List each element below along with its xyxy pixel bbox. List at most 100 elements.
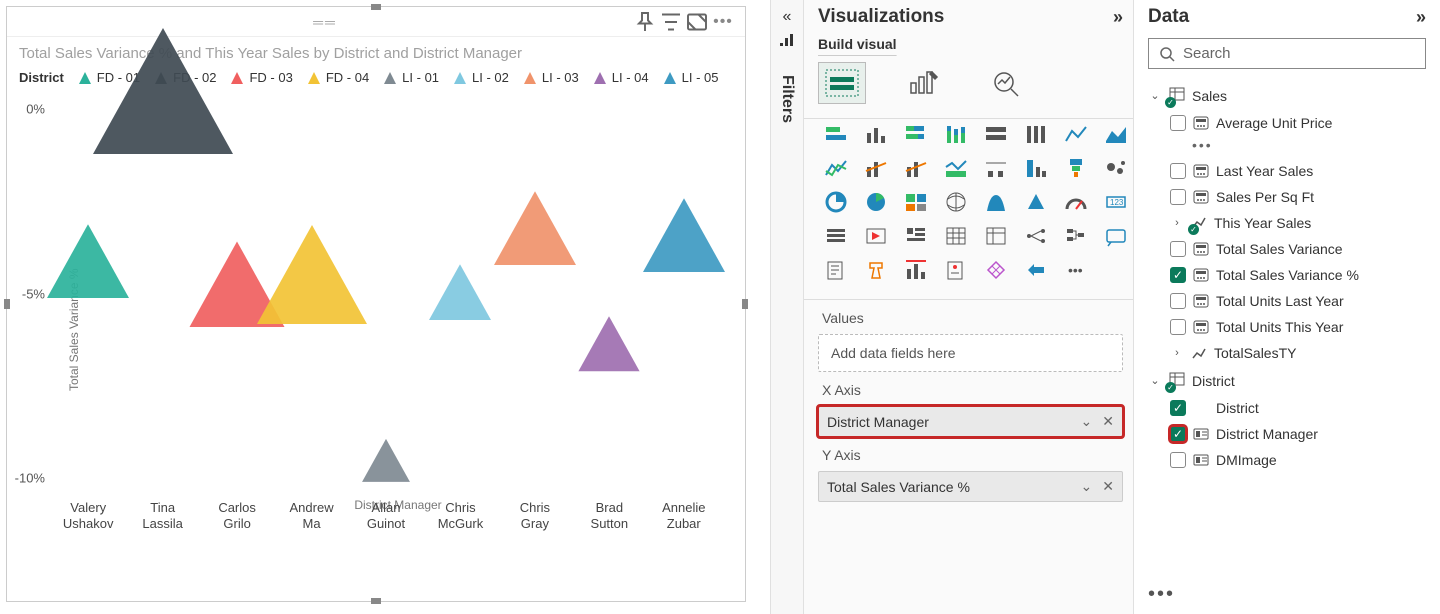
filter-icon[interactable] bbox=[659, 10, 683, 34]
build-visual-tab[interactable] bbox=[818, 62, 866, 104]
x-tick: Tina Lassila bbox=[123, 496, 203, 531]
field-row[interactable]: DMImage bbox=[1148, 447, 1426, 473]
visual-type-thumb[interactable] bbox=[898, 221, 934, 251]
focus-mode-icon[interactable] bbox=[685, 10, 709, 34]
visual-type-thumb[interactable] bbox=[938, 153, 974, 183]
legend-item[interactable]: LI - 02 bbox=[453, 70, 509, 85]
visual-type-thumb[interactable] bbox=[938, 187, 974, 217]
visual-type-thumb[interactable] bbox=[858, 221, 894, 251]
visual-type-thumb[interactable] bbox=[1058, 153, 1094, 183]
field-row[interactable]: Total Units This Year bbox=[1148, 314, 1426, 340]
legend-item[interactable]: LI - 04 bbox=[593, 70, 649, 85]
visual-type-thumb[interactable] bbox=[818, 153, 854, 183]
visual-type-thumb[interactable] bbox=[938, 255, 974, 285]
visual-type-thumb[interactable] bbox=[978, 187, 1014, 217]
analytics-tab[interactable] bbox=[982, 62, 1030, 104]
field-row[interactable]: ✓District bbox=[1148, 395, 1426, 421]
report-canvas[interactable]: ══ ••• Total Sales Variance % and This Y… bbox=[0, 0, 770, 614]
field-row[interactable]: Total Sales Variance bbox=[1148, 236, 1426, 262]
table-row[interactable]: ⌄District bbox=[1148, 366, 1426, 395]
table-row[interactable]: ⌄Sales bbox=[1148, 81, 1426, 110]
chevron-down-icon[interactable]: ⌄ bbox=[1081, 478, 1093, 495]
visual-type-thumb[interactable] bbox=[818, 255, 854, 285]
filters-pane-collapsed[interactable]: « Filters bbox=[770, 0, 804, 614]
field-more-icon[interactable]: ••• bbox=[1148, 132, 1426, 158]
visual-type-thumb[interactable] bbox=[1098, 119, 1134, 149]
field-row[interactable]: Total Units Last Year bbox=[1148, 288, 1426, 314]
chart-marker[interactable] bbox=[578, 316, 640, 375]
remove-field-icon[interactable]: ✕ bbox=[1102, 478, 1114, 495]
visual-type-thumb[interactable] bbox=[1098, 221, 1134, 251]
chart-marker[interactable] bbox=[362, 439, 410, 485]
xaxis-field-pill[interactable]: District Manager ⌄✕ bbox=[818, 406, 1123, 437]
legend-item[interactable]: FD - 03 bbox=[230, 70, 292, 85]
collapse-data-icon[interactable]: » bbox=[1416, 7, 1426, 28]
x-tick: Chris Gray bbox=[495, 496, 575, 531]
yaxis-field-pill[interactable]: Total Sales Variance % ⌄ ✕ bbox=[818, 471, 1123, 502]
visual-type-thumb[interactable] bbox=[1058, 221, 1094, 251]
visual-type-thumb[interactable] bbox=[1098, 153, 1134, 183]
yaxis-well-label: Y Axis bbox=[818, 437, 1123, 471]
values-well[interactable]: Add data fields here bbox=[818, 334, 1123, 372]
expand-filters-icon[interactable]: « bbox=[783, 8, 792, 26]
visual-type-thumb[interactable] bbox=[978, 255, 1014, 285]
more-options-icon[interactable]: ••• bbox=[1148, 583, 1175, 606]
visual-type-thumb[interactable] bbox=[1058, 187, 1094, 217]
legend-item[interactable]: LI - 05 bbox=[663, 70, 719, 85]
resize-handle-left[interactable] bbox=[4, 299, 10, 309]
visual-type-thumb[interactable] bbox=[858, 255, 894, 285]
visual-gallery: 123••• bbox=[818, 119, 1123, 285]
visual-type-thumb[interactable] bbox=[938, 119, 974, 149]
visual-type-thumb[interactable] bbox=[818, 221, 854, 251]
visual-type-thumb[interactable] bbox=[858, 187, 894, 217]
visual-type-thumb[interactable] bbox=[818, 187, 854, 217]
visual-type-thumb[interactable] bbox=[1058, 119, 1094, 149]
visual-type-thumb[interactable] bbox=[1018, 119, 1054, 149]
visual-container[interactable]: ══ ••• Total Sales Variance % and This Y… bbox=[6, 6, 746, 602]
chart-marker[interactable] bbox=[257, 225, 367, 327]
visual-type-thumb[interactable] bbox=[978, 221, 1014, 251]
field-row[interactable]: ›TotalSalesTY bbox=[1148, 340, 1426, 366]
field-row[interactable]: ›This Year Sales bbox=[1148, 210, 1426, 236]
chart-marker[interactable] bbox=[47, 224, 129, 301]
resize-handle-bottom[interactable] bbox=[371, 598, 381, 604]
more-options-icon[interactable]: ••• bbox=[711, 10, 735, 34]
drag-handle-icon[interactable]: ══ bbox=[17, 14, 633, 30]
search-input[interactable]: Search bbox=[1148, 38, 1426, 69]
legend-item[interactable]: LI - 01 bbox=[383, 70, 439, 85]
visual-type-thumb[interactable] bbox=[858, 153, 894, 183]
format-visual-tab[interactable] bbox=[900, 62, 948, 104]
field-row[interactable]: Sales Per Sq Ft bbox=[1148, 184, 1426, 210]
visual-type-thumb[interactable] bbox=[1018, 221, 1054, 251]
collapse-viz-icon[interactable]: » bbox=[1113, 7, 1123, 28]
visual-type-thumb[interactable] bbox=[818, 119, 854, 149]
remove-field-icon[interactable]: ✕ bbox=[1102, 413, 1114, 430]
visual-type-thumb[interactable]: ••• bbox=[1058, 255, 1094, 285]
legend-item[interactable]: FD - 04 bbox=[307, 70, 369, 85]
chevron-down-icon[interactable]: ⌄ bbox=[1081, 413, 1093, 430]
chart-marker[interactable] bbox=[643, 198, 725, 275]
visual-type-thumb[interactable] bbox=[1018, 255, 1054, 285]
visual-type-thumb[interactable] bbox=[858, 119, 894, 149]
visual-type-thumb[interactable]: 123 bbox=[1098, 187, 1134, 217]
pin-icon[interactable] bbox=[633, 10, 657, 34]
chart-marker[interactable] bbox=[494, 191, 576, 268]
visual-type-thumb[interactable] bbox=[938, 221, 974, 251]
chart-marker[interactable] bbox=[429, 264, 491, 323]
visual-type-thumb[interactable] bbox=[898, 153, 934, 183]
visual-type-thumb[interactable] bbox=[898, 119, 934, 149]
legend-item[interactable]: LI - 03 bbox=[523, 70, 579, 85]
yaxis-field-name: Total Sales Variance % bbox=[827, 479, 970, 495]
field-row[interactable]: Last Year Sales bbox=[1148, 158, 1426, 184]
visual-type-thumb[interactable] bbox=[898, 187, 934, 217]
visual-type-thumb[interactable] bbox=[1018, 153, 1054, 183]
visual-type-thumb[interactable] bbox=[1018, 187, 1054, 217]
visual-type-thumb[interactable] bbox=[978, 119, 1014, 149]
resize-handle-top[interactable] bbox=[371, 4, 381, 10]
visual-type-thumb[interactable] bbox=[978, 153, 1014, 183]
field-row[interactable]: ✓District Manager bbox=[1148, 421, 1426, 447]
plot-area[interactable]: 0%-5%-10%Valery UshakovTina LassilaCarlo… bbox=[51, 91, 721, 496]
field-row[interactable]: ✓Total Sales Variance % bbox=[1148, 262, 1426, 288]
visual-type-thumb[interactable] bbox=[898, 255, 934, 285]
chart-marker[interactable] bbox=[93, 28, 233, 157]
